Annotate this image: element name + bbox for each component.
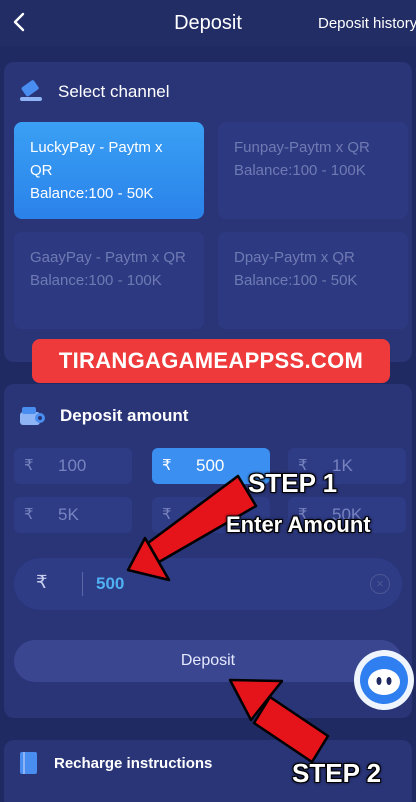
wallet-icon — [20, 407, 45, 425]
input-divider — [82, 572, 83, 596]
rupee-icon: ₹ — [36, 572, 48, 592]
channel-name: LuckyPay - Paytm x QR — [30, 139, 163, 179]
channel-balance: Balance:100 - 50K — [30, 185, 154, 202]
chat-bot-icon — [360, 656, 408, 704]
channel-section-title: Select channel — [58, 82, 170, 101]
amount-value: 100 — [58, 456, 87, 475]
amount-input-field[interactable]: ₹ × — [14, 558, 402, 610]
channel-name: Funpay-Paytm x QR — [234, 139, 370, 156]
step2-label: STEP 2 — [292, 758, 382, 788]
channel-icon — [20, 80, 42, 101]
channel-option-gaaypay[interactable]: GaayPay - Paytm x QR Balance:100 - 100K — [14, 232, 204, 329]
channel-option-funpay[interactable]: Funpay-Paytm x QR Balance:100 - 100K — [218, 122, 408, 219]
channel-option-dpay[interactable]: Dpay-Paytm x QR Balance:100 - 50K — [218, 232, 408, 329]
amount-value: 500 — [196, 456, 225, 475]
top-bar: Deposit Deposit history — [0, 0, 416, 46]
deposit-history-link[interactable]: Deposit history — [318, 15, 416, 32]
amount-header: Deposit amount — [18, 404, 188, 428]
rupee-icon: ₹ — [162, 506, 172, 523]
channel-balance: Balance:100 - 100K — [234, 162, 366, 179]
channel-name: Dpay-Paytm x QR — [234, 249, 355, 266]
amount-section-title: Deposit amount — [60, 406, 189, 425]
amount-value: 10K — [196, 505, 227, 524]
channel-option-luckypay[interactable]: LuckyPay - Paytm x QR Balance:100 - 50K — [14, 122, 204, 219]
amount-value: 5K — [58, 505, 79, 524]
amount-option-100[interactable]: ₹ 100 — [14, 448, 132, 484]
channel-name: GaayPay - Paytm x QR — [30, 249, 186, 266]
chat-support-button[interactable] — [354, 650, 414, 710]
channel-header: Select channel — [18, 80, 170, 104]
step1-label: STEP 1 — [248, 468, 338, 498]
clear-icon[interactable]: × — [370, 574, 390, 594]
deposit-button[interactable]: Deposit — [14, 640, 402, 682]
channel-card: Select channel LuckyPay - Paytm x QR Bal… — [4, 62, 412, 362]
rupee-icon: ₹ — [24, 457, 34, 474]
channel-balance: Balance:100 - 50K — [234, 272, 358, 289]
amount-option-5k[interactable]: ₹ 5K — [14, 497, 132, 533]
channel-balance: Balance:100 - 100K — [30, 272, 162, 289]
rupee-icon: ₹ — [24, 506, 34, 523]
amount-input[interactable] — [96, 568, 316, 600]
rupee-icon: ₹ — [162, 457, 172, 474]
instructions-title: Recharge instructions — [54, 754, 213, 772]
watermark-banner: TIRANGAGAMEAPPSS.COM — [32, 339, 390, 383]
instructions-header: Recharge instructions — [18, 750, 212, 776]
book-icon — [20, 752, 37, 774]
enter-amount-label: Enter Amount — [226, 512, 371, 537]
